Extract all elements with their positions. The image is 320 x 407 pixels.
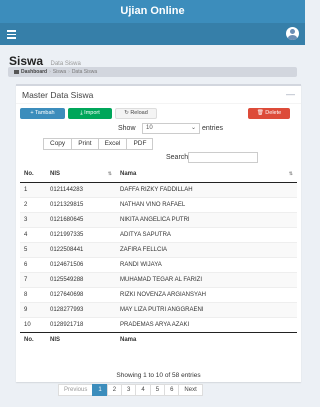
- table-row[interactable]: 5 0122508441 ZAFIRA FELLCIA: [20, 241, 297, 257]
- cell-nis: 0121144283: [46, 181, 116, 197]
- breadcrumb: Dashboard › Siswa › Data Siswa: [8, 67, 297, 77]
- cell-nama: MAY LIZA PUTRI ANGGRAENI: [116, 301, 297, 317]
- cell-nama: RANDI WIJAYA: [116, 256, 297, 272]
- master-data-box: Master Data Siswa — + Tambah ⤓ Import ↻ …: [16, 84, 301, 396]
- cell-no: 1: [20, 181, 46, 197]
- cell-nama: ADITYA SAPUTRA: [116, 226, 297, 242]
- delete-button[interactable]: 🗑 Delete: [248, 108, 290, 119]
- length-suffix: entries: [202, 125, 224, 132]
- cell-nis: 0124671506: [46, 256, 116, 272]
- previous-button[interactable]: Previous: [58, 384, 94, 396]
- box-title: Master Data Siswa: [22, 90, 94, 100]
- cell-no: 6: [20, 256, 46, 272]
- next-button[interactable]: Next: [178, 384, 203, 396]
- reload-button[interactable]: ↻ Reload: [115, 108, 157, 119]
- chevron-down-icon: ⌄: [190, 125, 196, 131]
- search-label: Search:: [166, 154, 191, 161]
- table-row[interactable]: 8 0127640698 RIZKI NOVENZA ARGIANSYAH: [20, 286, 297, 302]
- table-row[interactable]: 6 0124671506 RANDI WIJAYA: [20, 256, 297, 272]
- page-5-button[interactable]: 5: [149, 384, 166, 396]
- cell-nama: PRADEMAS ARYA AZAKI: [116, 316, 297, 332]
- export-buttons: Copy Print Excel PDF: [43, 138, 154, 150]
- breadcrumb-separator: ›: [68, 69, 70, 75]
- tambah-button[interactable]: + Tambah: [20, 108, 65, 119]
- dashboard-icon: [14, 70, 19, 74]
- column-header-no[interactable]: No.: [20, 166, 46, 183]
- table-row[interactable]: 7 0125549288 MUHAMAD TEGAR AL FARIZI: [20, 271, 297, 287]
- table-row[interactable]: 4 0121997335 ADITYA SAPUTRA: [20, 226, 297, 242]
- length-select[interactable]: 10 ⌄: [142, 123, 200, 134]
- excel-button[interactable]: Excel: [97, 138, 128, 150]
- cell-nama: NATHAN VINO RAFAEL: [116, 196, 297, 212]
- cell-no: 5: [20, 241, 46, 257]
- cell-nis: 0128921718: [46, 316, 116, 332]
- breadcrumb-item: Data Siswa: [71, 69, 98, 75]
- user-avatar[interactable]: [286, 27, 299, 40]
- cell-nis: 0121680645: [46, 211, 116, 227]
- cell-nama: MUHAMAD TEGAR AL FARIZI: [116, 271, 297, 287]
- cell-nis: 0127640698: [46, 286, 116, 302]
- footer-no: No.: [20, 331, 46, 347]
- column-header-nis[interactable]: NIS ⇅: [46, 166, 116, 183]
- search-input[interactable]: [188, 152, 258, 163]
- cell-no: 4: [20, 226, 46, 242]
- footer-nis: NIS: [46, 331, 116, 347]
- cell-no: 3: [20, 211, 46, 227]
- page-2-button[interactable]: 2: [106, 384, 123, 396]
- cell-nis: 0122508441: [46, 241, 116, 257]
- cell-nama: DAFFA RIZKY FADDILLAH: [116, 181, 297, 197]
- page-6-button[interactable]: 6: [164, 384, 180, 396]
- cell-no: 7: [20, 271, 46, 287]
- cell-nis: 0128277993: [46, 301, 116, 317]
- pagination: Previous 1 2 3 4 5 6 Next: [58, 384, 203, 396]
- cell-nama: NIKITA ANGELICA PUTRI: [116, 211, 297, 227]
- cell-nis: 0121997335: [46, 226, 116, 242]
- students-table: No. NIS ⇅ Nama ⇅ 1 0121144283 DAFFA RIZKY FA…: [20, 166, 297, 347]
- cell-no: 2: [20, 196, 46, 212]
- length-value: 10: [146, 125, 153, 131]
- copy-button[interactable]: Copy: [43, 138, 73, 150]
- divider: [16, 103, 301, 104]
- cell-no: 10: [20, 316, 46, 332]
- table-row[interactable]: 10 0128921718 PRADEMAS ARYA AZAKI: [20, 316, 297, 332]
- page-3-button[interactable]: 3: [121, 384, 137, 396]
- page-1-button[interactable]: 1: [92, 384, 108, 396]
- cell-nama: ZAFIRA FELLCIA: [116, 241, 297, 257]
- page-4-button[interactable]: 4: [135, 384, 151, 396]
- length-label: Show: [118, 125, 136, 132]
- page-title: Siswa: [9, 54, 44, 68]
- table-row[interactable]: 1 0121144283 DAFFA RIZKY FADDILLAH: [20, 181, 297, 197]
- pdf-button[interactable]: PDF: [126, 138, 154, 150]
- cell-nis: 0125549288: [46, 271, 116, 287]
- table-info: Showing 1 to 10 of 58 entries: [116, 372, 201, 379]
- breadcrumb-separator: ›: [49, 69, 51, 75]
- table-row[interactable]: 2 0121329815 NATHAN VINO RAFAEL: [20, 196, 297, 212]
- cell-no: 9: [20, 301, 46, 317]
- cell-nama: RIZKI NOVENZA ARGIANSYAH: [116, 286, 297, 302]
- table-row[interactable]: 3 0121680645 NIKITA ANGELICA PUTRI: [20, 211, 297, 227]
- sort-icon: ⇅: [288, 171, 293, 177]
- menu-toggle-icon[interactable]: [7, 30, 16, 39]
- column-header-nama[interactable]: Nama ⇅: [116, 166, 297, 183]
- cell-no: 8: [20, 286, 46, 302]
- navbar: [0, 23, 305, 45]
- cell-nis: 0121329815: [46, 196, 116, 212]
- print-button[interactable]: Print: [71, 138, 99, 150]
- minimize-icon[interactable]: —: [286, 89, 295, 99]
- table-row[interactable]: 9 0128277993 MAY LIZA PUTRI ANGGRAENI: [20, 301, 297, 317]
- breadcrumb-item[interactable]: Siswa: [53, 69, 66, 75]
- footer-nama: Nama: [116, 331, 297, 347]
- import-button[interactable]: ⤓ Import: [68, 108, 112, 119]
- sort-asc-icon: ⇅: [107, 171, 112, 177]
- breadcrumb-home[interactable]: Dashboard: [21, 69, 47, 75]
- app-title: Ujian Online: [0, 0, 305, 23]
